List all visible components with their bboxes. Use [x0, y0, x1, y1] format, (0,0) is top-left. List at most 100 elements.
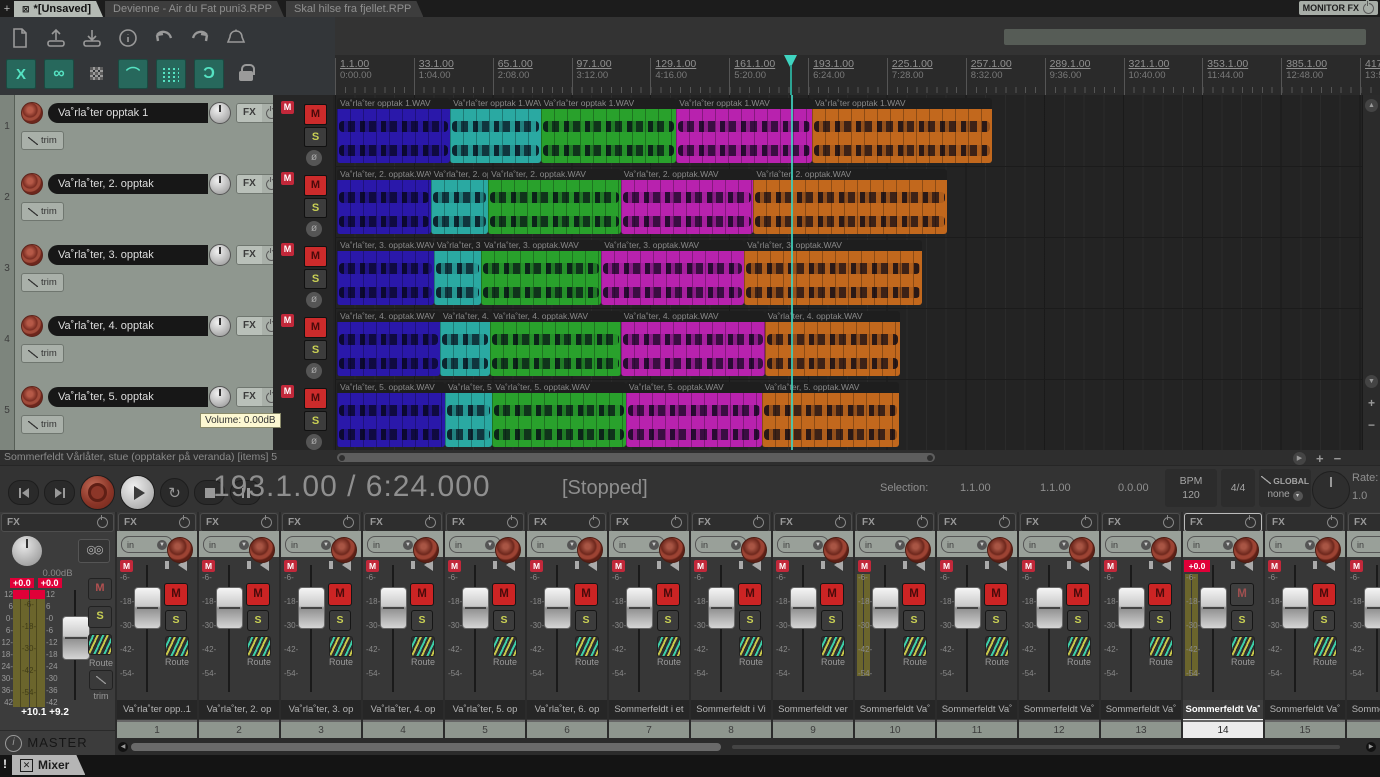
mute-button[interactable]: M	[1066, 583, 1090, 606]
solo-button[interactable]: S	[329, 610, 351, 631]
media-item[interactable]: Va˚rla˚ter, 4. opptak.WAV	[337, 311, 440, 376]
track-pan-knob[interactable]	[209, 386, 231, 408]
mixer-channel-strip[interactable]: FX in▼ M -6--18--30--42--54- M S Route S…	[855, 512, 935, 738]
channel-name[interactable]: Sommerfeldt i et	[609, 700, 689, 719]
mute-button[interactable]: M	[1230, 583, 1254, 606]
selection-length[interactable]: 0.0.00	[1118, 482, 1149, 494]
mute-button[interactable]: M	[656, 583, 680, 606]
record-arm-button[interactable]	[21, 386, 43, 408]
channel-name[interactable]: Sommerfeldt Va˚	[937, 700, 1017, 719]
mute-button[interactable]: M	[304, 246, 327, 267]
scroll-up-icon[interactable]: ▲	[1365, 99, 1378, 112]
volume-fader[interactable]	[1036, 565, 1064, 692]
media-item[interactable]: Va˚rla˚ter, 3. opptak.WAV	[601, 240, 744, 305]
close-icon[interactable]: ✕	[20, 759, 33, 772]
channel-number[interactable]: 15	[1265, 720, 1345, 738]
record-arm-button[interactable]	[167, 537, 193, 563]
ruler-tick[interactable]: 353.1.00 11:44.00	[1202, 58, 1248, 96]
mute-button[interactable]: M	[304, 175, 327, 196]
solo-button[interactable]: S	[304, 340, 327, 360]
solo-button[interactable]: S	[1231, 610, 1253, 631]
track-name[interactable]: Va˚rla˚ter, 3. opptak	[48, 245, 208, 265]
horizontal-scrollbar[interactable]	[337, 453, 935, 462]
track-name[interactable]: Va˚rla˚ter opptak 1	[48, 103, 208, 123]
mute-button[interactable]: M	[1148, 583, 1172, 606]
mixer-channel-strip[interactable]: FX in▼ M -6--18--30--42--54- M S Route S…	[1347, 512, 1380, 738]
input-select-button[interactable]: in▼	[1351, 536, 1380, 553]
mute-button[interactable]: M	[304, 388, 327, 409]
time-signature-box[interactable]: 4/4	[1221, 469, 1255, 507]
channel-number[interactable]: 11	[937, 720, 1017, 738]
track-panel[interactable]: Va˚rla˚ter, 2. opptak FX trim	[15, 166, 273, 237]
channel-fx-button[interactable]: FX	[1102, 513, 1180, 532]
track-lane[interactable]: Va˚rla˚ter opptak 1.WAV Va˚rla˚ter oppta…	[335, 95, 1363, 167]
volume-fader[interactable]	[708, 565, 736, 692]
track-number[interactable]: 1	[0, 95, 15, 166]
lock-icon[interactable]	[232, 59, 260, 87]
record-arm-button[interactable]	[495, 537, 521, 563]
channel-number[interactable]: 10	[855, 720, 935, 738]
channel-fx-button[interactable]: FX	[1020, 513, 1098, 532]
channel-fx-button[interactable]: FX	[774, 513, 852, 532]
media-item[interactable]: Va˚rla˚ter, 5. opptak.WAV	[762, 382, 900, 447]
media-item[interactable]: Va˚rla˚ter, 5. opptak.WAV	[492, 382, 626, 447]
media-item[interactable]: Va˚rla˚ter, 4. opptak.WAV	[765, 311, 901, 376]
scroll-right-icon[interactable]: ▶	[1366, 742, 1376, 752]
rate-value[interactable]: 1.0	[1352, 490, 1367, 502]
mute-button[interactable]: M	[492, 583, 516, 606]
track-pan-knob[interactable]	[209, 315, 231, 337]
phase-button[interactable]: ø	[306, 292, 322, 308]
record-arm-button[interactable]	[1233, 537, 1259, 563]
tab-devienne[interactable]: Devienne - Air du Fat puni3.RPP	[105, 1, 284, 17]
mute-button[interactable]: M	[164, 583, 188, 606]
ruler-tick[interactable]: 193.1.00 6:24.00	[808, 58, 854, 96]
track-lane[interactable]: Va˚rla˚ter, 2. opptak.WAV Va˚rla˚ter, 2.…	[335, 166, 1363, 238]
solo-button[interactable]: S	[739, 610, 761, 631]
solo-button[interactable]: S	[304, 127, 327, 147]
input-select-button[interactable]: in▼	[285, 536, 337, 553]
mixer-channel-strip[interactable]: FX in▼ M -6--18--30--42--54- M S Route V…	[199, 512, 279, 738]
channel-number[interactable]: 1	[117, 720, 197, 738]
input-select-button[interactable]: in▼	[1105, 536, 1157, 553]
selection-end[interactable]: 1.1.00	[1040, 482, 1071, 494]
transport-position[interactable]: 193.1.00 / 6:24.000	[213, 470, 491, 504]
track-number[interactable]: 3	[0, 237, 15, 308]
redo-icon[interactable]	[186, 25, 214, 51]
mixer-channel-strip[interactable]: FX in▼ M -6--18--30--42--54- M S Route V…	[281, 512, 361, 738]
mute-button[interactable]: M	[304, 317, 327, 338]
volume-fader[interactable]	[790, 565, 818, 692]
monitor-fx-button[interactable]: MONITOR FX	[1299, 1, 1378, 15]
record-button[interactable]	[80, 475, 115, 510]
docker-tab-mixer[interactable]: ✕ Mixer	[12, 755, 85, 775]
channel-fx-button[interactable]: FX	[1266, 513, 1344, 532]
scroll-down-icon[interactable]: ▼	[1365, 375, 1378, 388]
channel-name[interactable]: Sommerfeldt ver	[773, 700, 853, 719]
trim-envelope-button[interactable]: trim	[21, 202, 64, 221]
channel-name[interactable]: Sommerfeldt Va˚	[855, 700, 935, 719]
record-arm-button[interactable]	[249, 537, 275, 563]
mute-button[interactable]: M	[328, 583, 352, 606]
record-arm-button[interactable]	[331, 537, 357, 563]
ruler-tick[interactable]: 289.1.00 9:36.00	[1045, 58, 1091, 96]
input-select-button[interactable]: in▼	[367, 536, 419, 553]
master-trim-button[interactable]: trim	[88, 670, 114, 702]
media-item[interactable]: Va˚rla˚ter, 3. opptak.WAV	[434, 240, 481, 305]
volume-fader[interactable]	[1118, 565, 1146, 692]
mixer-scrollbar[interactable]: ◀ ▶	[117, 739, 1380, 754]
tab-skal-hilse[interactable]: Skal hilse fra fjellet.RPP	[286, 1, 423, 17]
phase-button[interactable]: ø	[306, 434, 322, 450]
channel-fx-button[interactable]: FX	[364, 513, 442, 532]
input-select-button[interactable]: in▼	[613, 536, 665, 553]
playhead-line[interactable]	[791, 95, 793, 450]
input-select-button[interactable]: in▼	[203, 536, 255, 553]
media-item[interactable]: Va˚rla˚ter opptak 1.WAV	[541, 98, 677, 163]
master-solo-button[interactable]: S	[88, 606, 112, 628]
record-arm-button[interactable]	[21, 173, 43, 195]
zoom-in-horizontal-button[interactable]: +	[1316, 451, 1324, 466]
zoom-out-vertical-button[interactable]: −	[1365, 418, 1378, 432]
media-item[interactable]: Va˚rla˚ter, 4. opptak.WAV	[440, 311, 490, 376]
scroll-left-icon[interactable]: ◀	[118, 742, 128, 752]
project-info-icon[interactable]	[114, 25, 142, 51]
channel-name[interactable]: Va˚rla˚ter, 5. op	[445, 700, 525, 719]
timeline-ruler[interactable]: 1.1.00 0:00.00 33.1.00 1:04.00 65.1.00 2…	[335, 55, 1380, 96]
